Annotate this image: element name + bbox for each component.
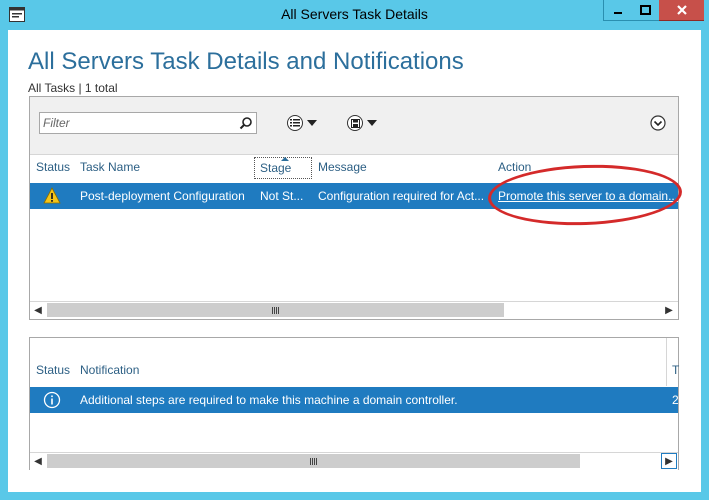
warning-icon [43, 187, 61, 204]
column-divider [666, 338, 667, 386]
notification-row[interactable]: Additional steps are required to make th… [30, 387, 679, 413]
notification-text: Additional steps are required to make th… [80, 393, 458, 407]
notifications-horizontal-scrollbar[interactable]: ◀ ▶ [30, 452, 678, 470]
notifications-panel: Status Notification T Additional steps a… [29, 337, 679, 470]
scroll-right-icon[interactable]: ▶ [661, 453, 677, 469]
column-header-stage[interactable]: Stage [254, 157, 312, 179]
grip-icon [272, 306, 279, 314]
task-name-cell: Post-deployment Configuration [80, 189, 245, 203]
scroll-right-icon[interactable]: ▶ [661, 302, 677, 318]
filter-box[interactable] [39, 112, 257, 134]
info-icon [43, 391, 61, 409]
tasks-toolbar [30, 97, 678, 155]
column-header-message[interactable]: Message [318, 155, 367, 179]
chevron-down-icon [307, 120, 317, 126]
maximize-icon [639, 5, 651, 15]
scrollbar-thumb[interactable] [47, 303, 504, 317]
grip-icon [310, 457, 317, 465]
close-icon [676, 5, 687, 15]
list-options-button[interactable] [287, 113, 317, 133]
search-icon[interactable] [239, 116, 253, 130]
close-button[interactable] [659, 0, 704, 21]
window-client-area: All Servers Task Details and Notificatio… [8, 30, 701, 492]
task-details-window: All Servers Task Details All Servers Tas… [0, 0, 709, 500]
scrollbar-thumb[interactable] [47, 454, 580, 468]
column-header-truncated[interactable]: T [672, 358, 679, 382]
expand-collapse-icon[interactable] [650, 115, 666, 131]
page-title: All Servers Task Details and Notificatio… [28, 48, 464, 75]
filter-input[interactable] [43, 115, 233, 131]
task-count-summary: All Tasks | 1 total [28, 81, 118, 95]
notification-trailing-cell: 2 [672, 393, 679, 407]
column-header-status[interactable]: Status [36, 358, 70, 382]
chevron-down-icon [367, 120, 377, 126]
stage-cell: Not St... [260, 189, 304, 203]
tasks-horizontal-scrollbar[interactable]: ◀ ▶ [30, 301, 678, 319]
title-bar[interactable]: All Servers Task Details [0, 0, 709, 30]
column-header-task-name[interactable]: Task Name [80, 155, 140, 179]
list-options-icon [287, 115, 303, 131]
column-header-status[interactable]: Status [36, 155, 70, 179]
column-header-stage-label: Stage [260, 161, 292, 175]
minimize-button[interactable] [603, 0, 631, 21]
save-icon [347, 115, 363, 131]
save-query-button[interactable] [347, 113, 377, 133]
scroll-left-icon[interactable]: ◀ [30, 302, 46, 318]
column-header-notification[interactable]: Notification [80, 358, 139, 382]
minimize-icon [613, 12, 622, 14]
sort-ascending-icon [281, 157, 289, 161]
maximize-button[interactable] [631, 0, 659, 21]
message-cell: Configuration required for Act... [318, 189, 485, 203]
scroll-left-icon[interactable]: ◀ [30, 453, 46, 469]
